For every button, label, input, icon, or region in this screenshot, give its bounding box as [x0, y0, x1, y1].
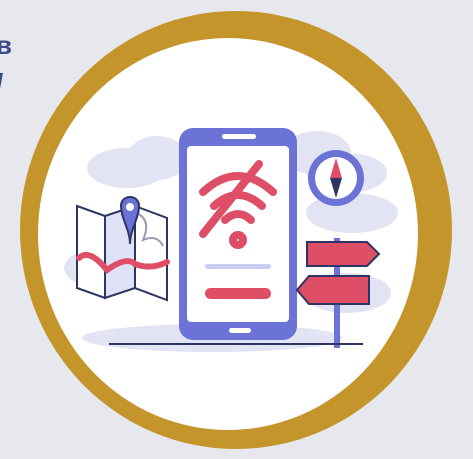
phone-line — [205, 264, 271, 269]
offline-badge — [17, 8, 455, 453]
cropped-text-fragment: в — [0, 30, 12, 60]
map-icon — [76, 204, 170, 302]
compass-icon — [308, 150, 364, 206]
badge-graphic — [20, 11, 452, 449]
cropped-text-fragment-2: / — [0, 70, 3, 96]
phone-button — [205, 288, 271, 299]
